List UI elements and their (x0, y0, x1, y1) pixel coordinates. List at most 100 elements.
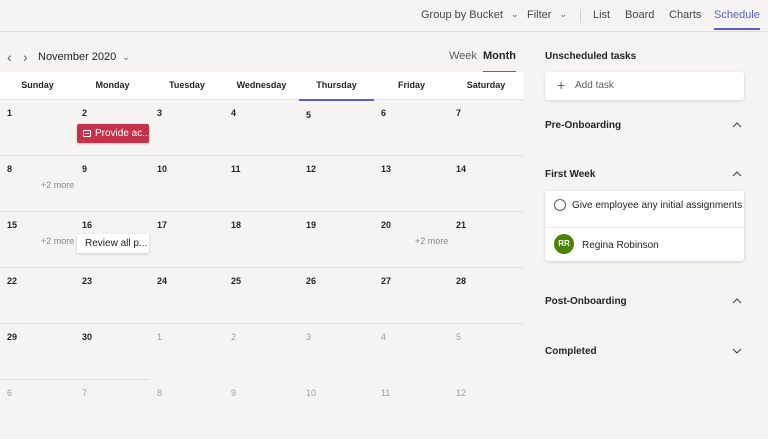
group-by-dropdown[interactable]: Group by Bucket ⌄ (421, 0, 518, 31)
day-number: 7 (82, 388, 88, 398)
bucket-post-onboarding[interactable]: Post-Onboarding (545, 294, 745, 312)
day-cell[interactable]: 8 +2 more (0, 156, 75, 212)
day-number: 4 (231, 108, 237, 118)
day-number: 8 (7, 164, 13, 174)
day-cell[interactable]: 18 (224, 212, 299, 268)
day-number: 27 (381, 276, 392, 286)
view-week-toggle[interactable]: Week (449, 50, 477, 62)
day-cell[interactable]: 29 (0, 324, 75, 380)
day-number: 18 (231, 220, 242, 230)
bucket-first-week[interactable]: First Week (545, 167, 745, 185)
day-cell[interactable]: 12 (299, 156, 374, 212)
day-number: 23 (82, 276, 93, 286)
task-card[interactable]: Give employee any initial assignments RR… (545, 191, 744, 261)
day-cell[interactable]: 21 (449, 212, 523, 268)
month-picker[interactable]: November 2020 ⌄ (38, 51, 130, 63)
day-number: 24 (157, 276, 168, 286)
day-cell[interactable]: 22 (0, 268, 75, 324)
tab-list[interactable]: List (593, 0, 610, 31)
more-tasks-link[interactable]: +2 more (41, 180, 74, 190)
weekday-saturday: Saturday (466, 80, 506, 90)
day-cell[interactable]: 17 (150, 212, 224, 268)
task-chip-provide-access[interactable]: Provide ac... (77, 124, 149, 143)
day-cell[interactable]: 4 (374, 324, 449, 380)
day-cell[interactable]: 1 (0, 100, 75, 156)
day-cell[interactable]: 10 (150, 156, 224, 212)
bucket-name: First Week (545, 169, 596, 180)
day-cell[interactable]: 24 (150, 268, 224, 324)
day-number: 15 (7, 220, 18, 230)
complete-task-checkbox[interactable] (554, 199, 566, 211)
day-number: 28 (456, 276, 467, 286)
chevron-up-icon[interactable] (732, 296, 742, 306)
day-cell[interactable]: 4 (224, 100, 299, 156)
bucket-completed[interactable]: Completed (545, 344, 745, 362)
day-cell[interactable]: 7 (75, 380, 150, 436)
week-row: 29 30 1 2 3 4 5 (0, 324, 523, 380)
day-cell[interactable]: 11 (374, 380, 449, 436)
bucket-name: Pre-Onboarding (545, 120, 622, 131)
day-cell[interactable]: 10 (299, 380, 374, 436)
more-tasks-link[interactable]: +2 more (41, 236, 74, 246)
chevron-down-icon: ⌄ (559, 9, 567, 19)
day-cell[interactable]: 26 (299, 268, 374, 324)
day-cell[interactable]: 25 (224, 268, 299, 324)
day-cell[interactable]: 11 (224, 156, 299, 212)
day-cell[interactable]: 27 (374, 268, 449, 324)
day-cell[interactable]: 12 (449, 380, 523, 436)
day-cell[interactable]: 8 (150, 380, 224, 436)
tab-schedule[interactable]: Schedule (714, 0, 760, 31)
day-cell[interactable]: 19 (299, 212, 374, 268)
day-number: 20 (381, 220, 392, 230)
day-cell[interactable]: 30 (75, 324, 150, 380)
day-number: 9 (231, 388, 237, 398)
day-number: 25 (231, 276, 242, 286)
day-number: 10 (157, 164, 168, 174)
tab-charts[interactable]: Charts (669, 0, 701, 31)
bucket-name: Completed (545, 346, 597, 357)
plus-icon: + (557, 77, 566, 93)
weekday-wednesday: Wednesday (236, 80, 287, 90)
chevron-up-icon[interactable] (732, 120, 742, 130)
more-tasks-link[interactable]: +2 more (415, 236, 448, 246)
day-cell[interactable]: 5 (449, 324, 523, 380)
day-number: 3 (157, 108, 163, 118)
day-number: 12 (456, 388, 467, 398)
day-cell[interactable]: 6 (0, 380, 75, 436)
day-cell[interactable]: 14 (449, 156, 523, 212)
day-cell[interactable]: 2 (224, 324, 299, 380)
day-cell[interactable]: 15 +2 more (0, 212, 75, 268)
weekday-thursday: Thursday (299, 72, 374, 101)
day-cell[interactable]: 9 (224, 380, 299, 436)
day-number: 17 (157, 220, 168, 230)
previous-month-arrow-icon[interactable]: ‹ (7, 49, 12, 65)
task-chip-review[interactable]: Review all p... (77, 234, 149, 253)
day-cell[interactable]: 7 (449, 100, 523, 156)
bucket-pre-onboarding[interactable]: Pre-Onboarding (545, 118, 745, 136)
day-cell[interactable]: 3 (150, 100, 224, 156)
day-cell[interactable]: 23 (75, 268, 150, 324)
task-chip-label: Review all p... (85, 238, 148, 249)
week-row: 8 +2 more 9 10 11 12 13 14 (0, 156, 523, 212)
day-number: 13 (381, 164, 392, 174)
tab-board[interactable]: Board (625, 0, 654, 31)
group-by-label: Group by Bucket (421, 9, 503, 21)
chevron-down-icon[interactable] (732, 346, 742, 356)
day-cell[interactable]: 3 (299, 324, 374, 380)
day-number: 14 (456, 164, 467, 174)
day-cell[interactable]: 13 (374, 156, 449, 212)
day-cell[interactable]: 20 +2 more (374, 212, 449, 268)
card-divider (545, 227, 744, 228)
day-number: 29 (7, 332, 18, 342)
day-number: 11 (381, 388, 391, 398)
next-month-arrow-icon[interactable]: › (23, 49, 28, 65)
add-task-button[interactable]: + Add task (545, 72, 744, 100)
view-month-toggle[interactable]: Month (483, 50, 516, 73)
day-cell[interactable]: 6 (374, 100, 449, 156)
day-cell[interactable]: 5 (299, 100, 374, 156)
day-cell[interactable]: 1 (150, 324, 224, 380)
day-cell[interactable]: 28 (449, 268, 523, 324)
filter-dropdown[interactable]: Filter ⌄ (527, 0, 567, 31)
chevron-up-icon[interactable] (732, 169, 742, 179)
day-cell[interactable]: 9 (75, 156, 150, 212)
